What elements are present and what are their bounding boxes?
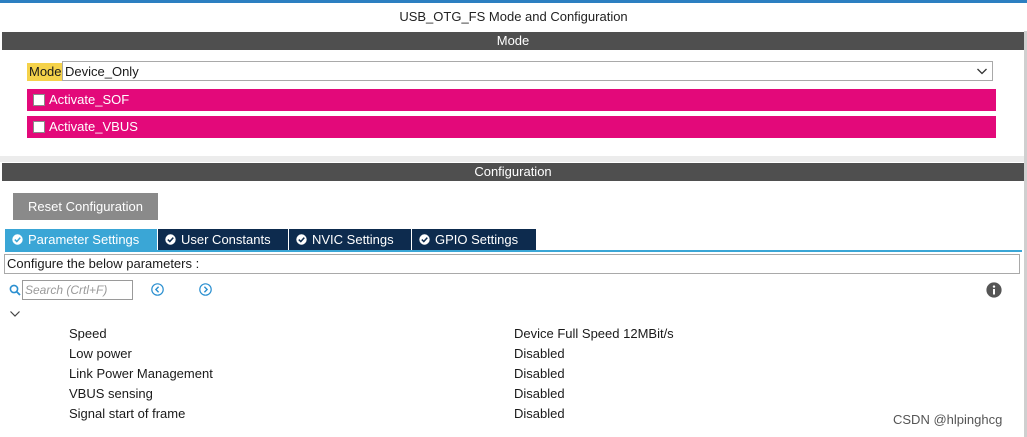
- chevron-right-circle-icon[interactable]: [199, 283, 212, 296]
- window-title: USB_OTG_FS Mode and Configuration: [399, 9, 628, 24]
- activate-sof-checkbox[interactable]: [33, 94, 45, 106]
- parameter-value: Disabled: [514, 366, 565, 381]
- tab-label: Parameter Settings: [28, 232, 140, 247]
- mode-section-header: Mode: [2, 32, 1024, 50]
- parameter-name: VBUS sensing: [69, 386, 153, 401]
- parameter-name: Signal start of frame: [69, 406, 186, 421]
- check-circle-icon: [419, 234, 430, 245]
- configuration-section-header: Configuration: [2, 163, 1024, 181]
- tab-user-constants[interactable]: User Constants: [158, 229, 288, 250]
- check-circle-icon: [296, 234, 307, 245]
- parameter-row-low-power[interactable]: Low power Disabled: [0, 344, 1020, 364]
- tab-gpio-settings[interactable]: GPIO Settings: [412, 229, 536, 250]
- tab-nvic-settings[interactable]: NVIC Settings: [289, 229, 411, 250]
- watermark: CSDN @hlpinghcg: [893, 412, 1003, 427]
- tab-label: User Constants: [181, 232, 271, 247]
- activate-vbus-label: Activate_VBUS: [49, 119, 138, 134]
- check-circle-icon: [165, 234, 176, 245]
- parameter-name: Low power: [69, 346, 132, 361]
- parameter-row-speed[interactable]: Speed Device Full Speed 12MBit/s: [0, 324, 1020, 344]
- mode-label: Mode: [27, 63, 64, 81]
- section-divider: [0, 156, 1027, 162]
- parameter-value: Device Full Speed 12MBit/s: [514, 326, 674, 341]
- chevron-down-icon[interactable]: [9, 309, 21, 319]
- info-icon[interactable]: [986, 282, 1002, 298]
- activate-vbus-checkbox[interactable]: [33, 121, 45, 133]
- tab-label: NVIC Settings: [312, 232, 394, 247]
- parameter-value: Disabled: [514, 346, 565, 361]
- activate-vbus-option[interactable]: Activate_VBUS: [27, 116, 996, 138]
- parameter-row-link-power-management[interactable]: Link Power Management Disabled: [0, 364, 1020, 384]
- tabs-underline: [5, 250, 1022, 252]
- tab-parameter-settings[interactable]: Parameter Settings: [5, 229, 157, 250]
- chevron-down-icon: [977, 68, 987, 75]
- search-input[interactable]: [22, 280, 133, 300]
- reset-configuration-button[interactable]: Reset Configuration: [13, 193, 158, 220]
- parameter-row-vbus-sensing[interactable]: VBUS sensing Disabled: [0, 384, 1020, 404]
- tab-label: GPIO Settings: [435, 232, 519, 247]
- search-icon: [9, 284, 21, 296]
- parameter-row-signal-start-of-frame[interactable]: Signal start of frame Disabled: [0, 404, 1020, 424]
- activate-sof-option[interactable]: Activate_SOF: [27, 89, 996, 111]
- parameter-value: Disabled: [514, 386, 565, 401]
- mode-select-value: Device_Only: [65, 64, 139, 79]
- usb-otg-fs-config-window: USB_OTG_FS Mode and Configuration Mode M…: [0, 0, 1027, 437]
- parameter-value: Disabled: [514, 406, 565, 421]
- parameter-name: Link Power Management: [69, 366, 213, 381]
- chevron-left-circle-icon[interactable]: [151, 283, 164, 296]
- activate-sof-label: Activate_SOF: [49, 92, 130, 107]
- check-circle-icon: [12, 234, 23, 245]
- parameters-instruction: Configure the below parameters :: [4, 254, 1020, 274]
- mode-select[interactable]: Device_Only: [62, 61, 993, 81]
- parameter-name: Speed: [69, 326, 107, 341]
